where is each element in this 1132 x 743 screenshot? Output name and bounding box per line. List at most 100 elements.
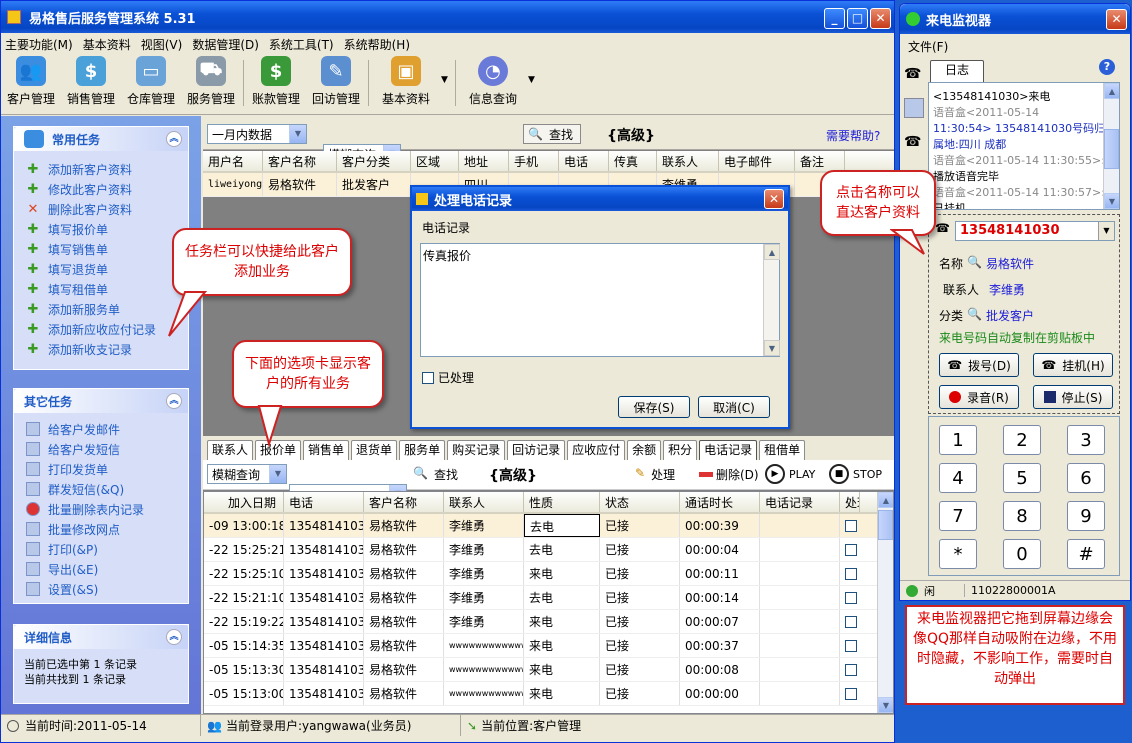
column-header[interactable]: 备注 bbox=[795, 151, 845, 171]
common-tasks-header[interactable]: 常用任务 ︽ bbox=[14, 127, 188, 151]
tab-business[interactable]: 租借单 bbox=[759, 440, 806, 460]
table-row[interactable]: -22 15:25:1013548141030易格软件李维勇来电已接00:00:… bbox=[204, 562, 893, 586]
record-button[interactable]: 录音(R) bbox=[939, 385, 1019, 409]
column-header[interactable]: 用户名 bbox=[203, 151, 263, 171]
voice-side-icon[interactable] bbox=[904, 98, 924, 118]
dialog-cancel-button[interactable]: 取消(C) bbox=[698, 396, 770, 418]
toolbar-accounts-button[interactable]: $ 账款管理 bbox=[246, 55, 306, 111]
column-header[interactable]: 通话时长 bbox=[680, 492, 760, 512]
menu-tools[interactable]: 系统工具(T) bbox=[269, 36, 334, 53]
column-header[interactable]: 客户名称 bbox=[263, 151, 337, 171]
row-checkbox[interactable] bbox=[845, 616, 857, 628]
task-item[interactable]: ✚ 填写报价单 bbox=[14, 219, 188, 239]
keypad-key[interactable]: 9 bbox=[1067, 501, 1105, 531]
keypad-key[interactable]: 8 bbox=[1003, 501, 1041, 531]
scroll-down-icon[interactable]: ▼ bbox=[1104, 193, 1119, 209]
keypad-key[interactable]: 4 bbox=[939, 463, 977, 493]
task-item[interactable]: ✚ 添加新客户资料 bbox=[14, 159, 188, 179]
task-item[interactable]: 批量删除表内记录 bbox=[14, 499, 188, 519]
menu-basic[interactable]: 基本资料 bbox=[83, 36, 131, 53]
task-item[interactable]: 设置(&S) bbox=[14, 579, 188, 599]
task-item[interactable]: ✚ 添加新收支记录 bbox=[14, 339, 188, 359]
chevron-down-icon[interactable]: ▼ bbox=[528, 75, 540, 85]
tab-business[interactable]: 积分 bbox=[663, 440, 698, 460]
stop-record-button[interactable]: 停止(S) bbox=[1033, 385, 1113, 409]
maximize-button[interactable]: □ bbox=[847, 8, 868, 29]
column-header[interactable]: 电话记录 bbox=[760, 492, 840, 512]
detail-header[interactable]: 详细信息 ︽ bbox=[14, 625, 188, 649]
menu-data[interactable]: 数据管理(D) bbox=[192, 36, 259, 53]
process-button[interactable]: ✎ 处理 bbox=[635, 466, 675, 483]
column-header[interactable]: 处理 bbox=[840, 492, 860, 512]
scroll-up-icon[interactable]: ▲ bbox=[1104, 83, 1119, 99]
tab-business[interactable]: 联系人 bbox=[207, 440, 254, 460]
table-row[interactable]: -22 15:19:2213548141030易格软件李维勇来电已接00:00:… bbox=[204, 610, 893, 634]
calls-mode-select[interactable]: 模糊查询 ▼ bbox=[207, 464, 287, 484]
keypad-key[interactable]: 3 bbox=[1067, 425, 1105, 455]
tab-business[interactable]: 退货单 bbox=[351, 440, 398, 460]
column-header[interactable]: 状态 bbox=[600, 492, 680, 512]
column-header[interactable]: 电话 bbox=[284, 492, 364, 512]
advanced-search-link[interactable]: {高级} bbox=[607, 125, 655, 145]
task-item[interactable]: 给客户发邮件 bbox=[14, 419, 188, 439]
tab-business[interactable]: 电话记录 bbox=[699, 440, 758, 461]
main-title-bar[interactable]: 易格售后服务管理系统 5.31 _ □ ✕ bbox=[1, 1, 894, 33]
dialog-save-button[interactable]: 保存(S) bbox=[618, 396, 690, 418]
caller-category-link[interactable]: 批发客户 bbox=[986, 307, 1034, 324]
tab-business[interactable]: 购买记录 bbox=[447, 440, 506, 460]
tab-log[interactable]: 日志 bbox=[930, 60, 984, 82]
column-header[interactable]: 手机 bbox=[509, 151, 559, 171]
row-checkbox[interactable] bbox=[845, 592, 857, 604]
other-tasks-header[interactable]: 其它任务 ︽ bbox=[14, 389, 188, 413]
keypad-key[interactable]: 7 bbox=[939, 501, 977, 531]
tab-business[interactable]: 回访记录 bbox=[507, 440, 566, 460]
monitor-title-bar[interactable]: 来电监视器 ✕ bbox=[900, 4, 1130, 34]
collapse-icon[interactable]: ︽ bbox=[166, 629, 182, 645]
row-checkbox[interactable] bbox=[845, 664, 857, 676]
minimize-button[interactable]: _ bbox=[824, 8, 845, 29]
calls-scrollbar[interactable]: ▲ ▼ bbox=[877, 492, 893, 713]
scroll-up-icon[interactable]: ▲ bbox=[878, 492, 893, 508]
caller-name-link[interactable]: 易格软件 bbox=[986, 255, 1034, 272]
tab-business[interactable]: 应收应付 bbox=[567, 440, 626, 460]
keypad-key[interactable]: 5 bbox=[1003, 463, 1041, 493]
menu-view[interactable]: 视图(V) bbox=[141, 36, 183, 53]
toolbar-customer-button[interactable]: 👥 客户管理 bbox=[1, 55, 61, 111]
task-item[interactable]: ✕ 删除此客户资料 bbox=[14, 199, 188, 219]
toolbar-service-button[interactable]: ⛟ 服务管理 bbox=[181, 55, 241, 111]
column-header[interactable]: 客户名称 bbox=[364, 492, 444, 512]
keypad-key[interactable]: * bbox=[939, 539, 977, 569]
scroll-thumb[interactable] bbox=[1104, 129, 1119, 169]
dialog-close-button[interactable]: ✕ bbox=[764, 189, 784, 209]
task-item[interactable]: ✚ 填写销售单 bbox=[14, 239, 188, 259]
toolbar-sales-button[interactable]: $ 销售管理 bbox=[61, 55, 121, 111]
column-header[interactable]: 联系人 bbox=[657, 151, 719, 171]
task-item[interactable]: 群发短信(&Q) bbox=[14, 479, 188, 499]
table-row[interactable]: -22 15:21:1013548141030易格软件李维勇去电已接00:00:… bbox=[204, 586, 893, 610]
row-checkbox[interactable] bbox=[845, 568, 857, 580]
close-button[interactable]: ✕ bbox=[870, 8, 891, 29]
task-item[interactable]: 导出(&E) bbox=[14, 559, 188, 579]
toolbar-warehouse-button[interactable]: ▭ 仓库管理 bbox=[121, 55, 181, 111]
textarea-scrollbar[interactable]: ▲ ▼ bbox=[763, 244, 780, 356]
chevron-down-icon[interactable]: ▼ bbox=[441, 75, 453, 85]
dialog-title-bar[interactable]: 处理电话记录 ✕ bbox=[412, 187, 788, 211]
keypad-key[interactable]: 1 bbox=[939, 425, 977, 455]
collapse-icon[interactable]: ︽ bbox=[166, 393, 182, 409]
column-header[interactable]: 性质 bbox=[524, 492, 600, 512]
toolbar-query-button[interactable]: ◔ 信息查询 bbox=[458, 55, 528, 111]
phone-number-select[interactable]: 13548141030 ▼ bbox=[955, 221, 1115, 241]
keypad-key[interactable]: 0 bbox=[1003, 539, 1041, 569]
column-header[interactable]: 联系人 bbox=[444, 492, 524, 512]
monitor-menu-file[interactable]: 文件(F) bbox=[908, 38, 948, 55]
column-header[interactable]: 电子邮件 bbox=[719, 151, 795, 171]
calls-advanced-link[interactable]: {高级} bbox=[489, 465, 537, 485]
column-header[interactable]: 地址 bbox=[459, 151, 509, 171]
toolbar-basicdata-button[interactable]: ▣ 基本资料 bbox=[371, 55, 441, 111]
tab-business[interactable]: 余额 bbox=[627, 440, 662, 460]
table-row[interactable]: -05 15:13:3013548141030易格软件wwwwwwwwwwww来… bbox=[204, 658, 893, 682]
hangup-side-icon[interactable]: ☎ bbox=[904, 134, 924, 154]
log-scrollbar[interactable]: ▲ ▼ bbox=[1103, 83, 1119, 209]
scroll-down-icon[interactable]: ▼ bbox=[878, 697, 893, 713]
task-item[interactable]: ✚ 填写租借单 bbox=[14, 279, 188, 299]
